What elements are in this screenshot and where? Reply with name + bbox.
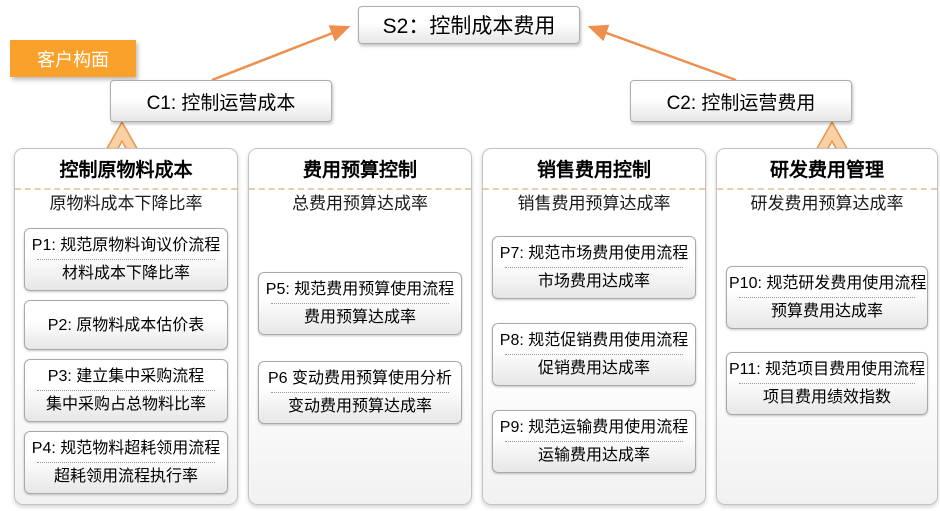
strategy-node-c2: C2: 控制运营费用: [630, 80, 852, 122]
panel-sales-expense-control: 销售费用控制 销售费用预算达成率 P7: 规范市场费用使用流程 市场费用达成率 …: [482, 148, 706, 505]
process-label: P10: 规范研发费用使用流程: [729, 271, 925, 296]
process-label: P6 变动费用预算使用分析: [261, 366, 459, 391]
process-metric: 市场费用达成率: [495, 269, 693, 294]
strategy-node-s2: S2：控制成本费用: [358, 6, 580, 44]
process-item-p6: P6 变动费用预算使用分析 变动费用预算达成率: [258, 361, 462, 424]
item-divider: [505, 354, 683, 355]
dashed-divider: [717, 188, 937, 190]
process-metric: 促销费用达成率: [495, 356, 693, 381]
process-item-p2: P2: 原物料成本估价表: [24, 300, 228, 350]
process-metric: 集中采购占总物料比率: [27, 392, 225, 417]
item-divider: [37, 259, 215, 260]
process-item-p8: P8: 规范促销费用使用流程 促销费用达成率: [492, 323, 696, 386]
process-label: P7: 规范市场费用使用流程: [495, 241, 693, 266]
item-divider: [505, 267, 683, 268]
panel-title: 费用预算控制: [258, 157, 462, 185]
strategy-map-diagram: 客户构面 S2：控制成本费用 C1: 控制运营成本 C2: 控制运营费用 控制原…: [0, 0, 940, 511]
item-divider: [37, 462, 215, 463]
panel-title: 销售费用控制: [492, 157, 696, 185]
panel-metric: 销售费用预算达成率: [492, 192, 696, 216]
perspective-badge-label: 客户构面: [37, 46, 109, 72]
strategy-node-c1: C1: 控制运营成本: [110, 80, 332, 122]
process-label: P9: 规范运输费用使用流程: [495, 415, 693, 440]
arrow-c1-to-s2-icon: [212, 27, 348, 80]
panel-metric: 总费用预算达成率: [258, 192, 462, 216]
process-metric: 费用预算达成率: [261, 305, 459, 330]
process-label: P8: 规范促销费用使用流程: [495, 328, 693, 353]
panel-metric: 研发费用预算达成率: [726, 192, 928, 216]
process-item-list: P5: 规范费用预算使用流程 费用预算达成率 P6 变动费用预算使用分析 变动费…: [258, 272, 462, 424]
process-item-p7: P7: 规范市场费用使用流程 市场费用达成率: [492, 236, 696, 299]
process-label: P11: 规范项目费用使用流程: [729, 357, 925, 382]
process-item-p11: P11: 规范项目费用使用流程 项目费用绩效指数: [726, 352, 928, 415]
process-metric: 项目费用绩效指数: [729, 385, 925, 410]
item-divider: [739, 297, 915, 298]
process-metric: 材料成本下降比率: [27, 261, 225, 286]
process-item-p10: P10: 规范研发费用使用流程 预算费用达成率: [726, 266, 928, 329]
item-divider: [271, 303, 449, 304]
process-label: P5: 规范费用预算使用流程: [261, 277, 459, 302]
item-divider: [739, 383, 915, 384]
process-metric: 超耗领用流程执行率: [27, 464, 225, 489]
panel-rd-expense-management: 研发费用管理 研发费用预算达成率 P10: 规范研发费用使用流程 预算费用达成率…: [716, 148, 938, 505]
process-metric: 变动费用预算达成率: [261, 394, 459, 419]
process-item-p3: P3: 建立集中采购流程 集中采购占总物料比率: [24, 359, 228, 422]
strategy-node-label: C1: 控制运营成本: [147, 88, 296, 115]
arrow-c2-to-s2-icon: [590, 27, 736, 80]
process-metric: 运输费用达成率: [495, 443, 693, 468]
dashed-divider: [249, 188, 471, 190]
item-divider: [37, 390, 215, 391]
dashed-divider: [483, 188, 705, 190]
perspective-badge: 客户构面: [10, 40, 136, 77]
process-label: P2: 原物料成本估价表: [48, 313, 204, 338]
panel-expense-budget-control: 费用预算控制 总费用预算达成率 P5: 规范费用预算使用流程 费用预算达成率 P…: [248, 148, 472, 505]
process-item-list: P1: 规范原物料询议价流程 材料成本下降比率 P2: 原物料成本估价表 P3:…: [24, 228, 228, 494]
process-item-p9: P9: 规范运输费用使用流程 运输费用达成率: [492, 410, 696, 473]
process-item-list: P10: 规范研发费用使用流程 预算费用达成率 P11: 规范项目费用使用流程 …: [726, 266, 928, 415]
panel-title: 研发费用管理: [726, 157, 928, 185]
strategy-node-label: C2: 控制运营费用: [667, 88, 816, 115]
panel-metric: 原物料成本下降比率: [24, 192, 228, 216]
panel-material-cost-control: 控制原物料成本 原物料成本下降比率 P1: 规范原物料询议价流程 材料成本下降比…: [14, 148, 238, 505]
process-metric: 预算费用达成率: [729, 299, 925, 324]
process-item-list: P7: 规范市场费用使用流程 市场费用达成率 P8: 规范促销费用使用流程 促销…: [492, 236, 696, 473]
process-item-p5: P5: 规范费用预算使用流程 费用预算达成率: [258, 272, 462, 335]
panel-title: 控制原物料成本: [24, 157, 228, 185]
dashed-divider: [15, 188, 237, 190]
process-label: P1: 规范原物料询议价流程: [27, 233, 225, 258]
process-label: P3: 建立集中采购流程: [27, 364, 225, 389]
item-divider: [271, 392, 449, 393]
item-divider: [505, 441, 683, 442]
process-item-p1: P1: 规范原物料询议价流程 材料成本下降比率: [24, 228, 228, 291]
process-item-p4: P4: 规范物料超耗领用流程 超耗领用流程执行率: [24, 431, 228, 494]
strategy-node-label: S2：控制成本费用: [383, 10, 556, 40]
process-label: P4: 规范物料超耗领用流程: [27, 436, 225, 461]
